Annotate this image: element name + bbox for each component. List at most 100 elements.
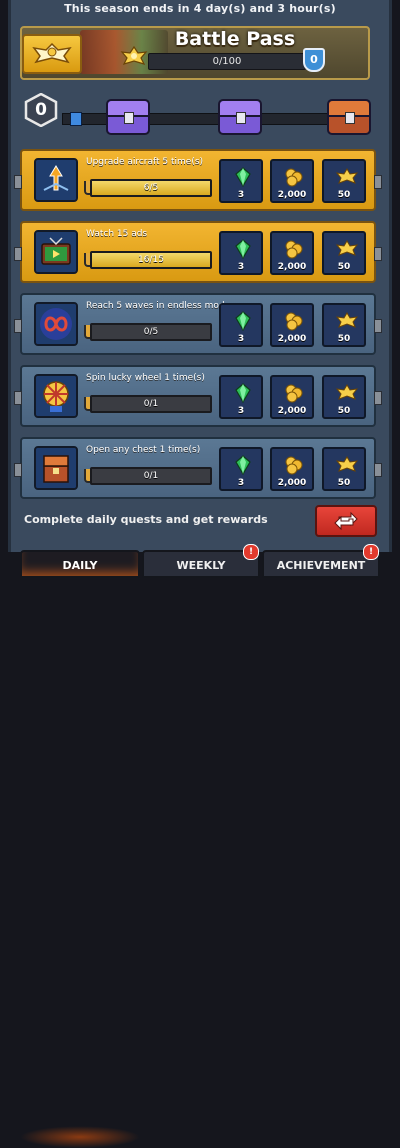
row-clip-left [14,391,22,405]
reward-xp-amount: 50 [337,478,351,488]
gem-icon [233,383,253,404]
row-clip-left [14,319,22,333]
reward-coins[interactable]: 2,000 [270,375,314,419]
battle-pass-level-badge: 0 [303,48,325,72]
coins-icon [284,167,304,187]
quest-title: Open any chest 1 time(s) [86,445,201,455]
purple-chest-icon[interactable] [218,99,262,135]
reward-xp-amount: 50 [337,406,351,416]
row-clip-left [14,463,22,477]
reward-coins[interactable]: 2,000 [270,231,314,275]
quest-tabs: DAILY WEEKLY ! ACHIEVEMENT ! [0,544,400,1148]
row-clip-left [14,175,22,189]
reward-xp[interactable]: 50 [322,447,366,491]
quest-progress-text: 0/1 [143,399,159,409]
reward-coins-amount: 2,000 [277,406,307,416]
quest-progress-text: 0/1 [143,471,159,481]
reward-xp-amount: 50 [337,262,351,272]
gem-icon [233,239,253,260]
eagle-xp-icon [335,383,359,403]
reward-gem-amount: 3 [237,190,245,200]
reward-gem-amount: 3 [237,478,245,488]
battle-pass-title: Battle Pass [174,28,296,50]
tab-daily[interactable]: DAILY [20,550,140,578]
quest-row[interactable]: Open any chest 1 time(s) 0/1 3 2,000 50 [14,437,382,499]
reward-coins[interactable]: 2,000 [270,303,314,347]
quest-row[interactable]: Upgrade aircraft 5 time(s) 6/5 3 2,000 50 [14,149,382,211]
reward-gem[interactable]: 3 [219,159,263,203]
coins-icon [284,239,304,259]
reward-xp[interactable]: 50 [322,303,366,347]
infinity-icon [34,302,78,346]
reward-gem-amount: 3 [237,334,245,344]
quest-progress-bar: 0/1 [90,395,212,413]
gem-icon [233,455,253,476]
row-clip-right [374,175,382,189]
tv-ad-icon [34,230,78,274]
quest-progress-bar: 6/5 [90,179,212,197]
purple-chest-icon[interactable] [106,99,150,135]
reward-coins[interactable]: 2,000 [270,159,314,203]
quest-progress-bar: 0/1 [90,467,212,485]
coins-icon [284,311,304,331]
quest-title: Watch 15 ads [86,229,148,239]
quest-progress-bar: 0/5 [90,323,212,341]
quest-progress-text: 16/15 [138,255,164,265]
reward-gem-amount: 3 [237,262,245,272]
reward-xp[interactable]: 50 [322,231,366,275]
row-clip-right [374,247,382,261]
achievement-alert-badge: ! [363,544,379,560]
reward-coins[interactable]: 2,000 [270,447,314,491]
reward-coins-amount: 2,000 [277,262,307,272]
quest-title: Upgrade aircraft 5 time(s) [86,157,204,167]
reward-gem[interactable]: 3 [219,231,263,275]
lucky-wheel-icon [34,374,78,418]
coins-icon [284,455,304,475]
gem-icon [233,311,253,332]
active-tab-glow [20,1126,140,1148]
season-countdown: This season ends in 4 day(s) and 3 hour(… [64,2,336,15]
gem-icon [233,167,253,188]
eagle-xp-icon [335,311,359,331]
reward-xp-amount: 50 [337,334,351,344]
row-clip-right [374,319,382,333]
milestone-track-marker [70,112,82,126]
reward-gem[interactable]: 3 [219,447,263,491]
battle-pass-progress-text: 0/100 [212,56,242,67]
reward-coins-amount: 2,000 [277,334,307,344]
reward-coins-amount: 2,000 [277,478,307,488]
weekly-alert-badge: ! [243,544,259,560]
daily-quests-hint: Complete daily quests and get rewards [24,513,268,526]
row-clip-right [374,463,382,477]
reward-xp[interactable]: 50 [322,375,366,419]
aircraft-upgrade-icon [34,158,78,202]
quest-row[interactable]: Watch 15 ads 16/15 3 2,000 50 [14,221,382,283]
reward-gem-amount: 3 [237,406,245,416]
quest-row[interactable]: Reach 5 waves in endless mode 0/5 3 2,000 50 [14,293,382,355]
row-clip-right [374,391,382,405]
red-chest-icon[interactable] [327,99,371,135]
quest-progress-bar: 16/15 [90,251,212,269]
chest-open-icon [34,446,78,490]
reward-coins-amount: 2,000 [277,190,307,200]
quest-title: Reach 5 waves in endless mode [86,301,231,311]
eagle-xp-icon [335,167,359,187]
current-milestone-value: 0 [35,100,47,120]
refresh-icon [334,511,358,531]
reward-xp[interactable]: 50 [322,159,366,203]
quest-progress-text: 0/5 [143,327,159,337]
quest-row[interactable]: Spin lucky wheel 1 time(s) 0/1 3 2,000 50 [14,365,382,427]
reward-gem[interactable]: 3 [219,303,263,347]
eagle-xp-icon [335,455,359,475]
quest-progress-text: 6/5 [143,183,159,193]
battle-pass-ticket-icon[interactable] [22,34,82,74]
reward-xp-amount: 50 [337,190,351,200]
reward-gem[interactable]: 3 [219,375,263,419]
milestone-track [62,113,344,125]
quest-title: Spin lucky wheel 1 time(s) [86,373,205,383]
battle-pass-progress-bar: 0/100 [148,53,306,70]
eagle-xp-icon [335,239,359,259]
refresh-quests-button[interactable] [315,505,377,537]
row-clip-left [14,247,22,261]
coins-icon [284,383,304,403]
